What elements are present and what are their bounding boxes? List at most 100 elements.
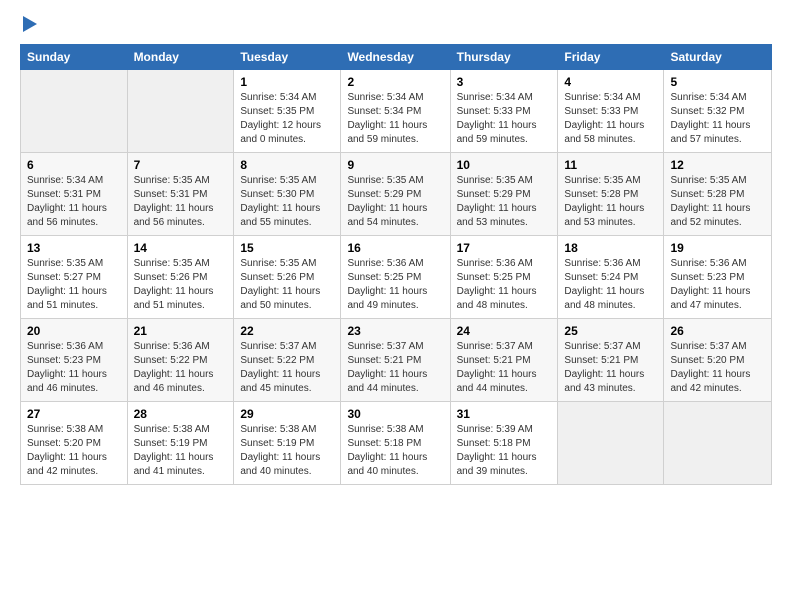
day-number: 15 bbox=[240, 241, 334, 255]
day-detail: Sunrise: 5:35 AM Sunset: 5:28 PM Dayligh… bbox=[564, 174, 657, 230]
calendar-cell: 17Sunrise: 5:36 AM Sunset: 5:25 PM Dayli… bbox=[450, 236, 558, 319]
day-number: 7 bbox=[134, 158, 228, 172]
day-number: 11 bbox=[564, 158, 657, 172]
day-detail: Sunrise: 5:35 AM Sunset: 5:27 PM Dayligh… bbox=[27, 257, 121, 313]
day-detail: Sunrise: 5:37 AM Sunset: 5:21 PM Dayligh… bbox=[564, 340, 657, 396]
day-detail: Sunrise: 5:34 AM Sunset: 5:33 PM Dayligh… bbox=[564, 91, 657, 147]
calendar-body: 1Sunrise: 5:34 AM Sunset: 5:35 PM Daylig… bbox=[21, 70, 772, 485]
calendar-cell bbox=[127, 70, 234, 153]
calendar-cell: 8 Sunrise: 5:35 AM Sunset: 5:30 PM Daylig… bbox=[234, 153, 341, 236]
column-header-wednesday: Wednesday bbox=[341, 45, 450, 70]
day-detail: Sunrise: 5:38 AM Sunset: 5:18 PM Dayligh… bbox=[347, 423, 443, 479]
column-header-saturday: Saturday bbox=[664, 45, 772, 70]
day-detail: Sunrise: 5:35 AM Sunset: 5:29 PM Dayligh… bbox=[457, 174, 552, 230]
day-number: 16 bbox=[347, 241, 443, 255]
calendar-cell: 1Sunrise: 5:34 AM Sunset: 5:35 PM Daylig… bbox=[234, 70, 341, 153]
calendar-cell: 5 Sunrise: 5:34 AM Sunset: 5:32 PM Daylig… bbox=[664, 70, 772, 153]
day-detail: Sunrise: 5:34 AM Sunset: 5:33 PM Dayligh… bbox=[457, 91, 552, 147]
calendar-header-row: SundayMondayTuesdayWednesdayThursdayFrid… bbox=[21, 45, 772, 70]
day-detail: Sunrise: 5:38 AM Sunset: 5:19 PM Dayligh… bbox=[240, 423, 334, 479]
day-number: 20 bbox=[27, 324, 121, 338]
calendar-cell: 6 Sunrise: 5:34 AM Sunset: 5:31 PM Daylig… bbox=[21, 153, 128, 236]
day-detail: Sunrise: 5:36 AM Sunset: 5:23 PM Dayligh… bbox=[27, 340, 121, 396]
week-row-2: 6 Sunrise: 5:34 AM Sunset: 5:31 PM Daylig… bbox=[21, 153, 772, 236]
day-number: 13 bbox=[27, 241, 121, 255]
header bbox=[20, 16, 772, 34]
calendar-cell: 10 Sunrise: 5:35 AM Sunset: 5:29 PM Dayli… bbox=[450, 153, 558, 236]
calendar-cell: 7 Sunrise: 5:35 AM Sunset: 5:31 PM Daylig… bbox=[127, 153, 234, 236]
logo bbox=[20, 16, 37, 34]
day-detail: Sunrise: 5:35 AM Sunset: 5:31 PM Dayligh… bbox=[134, 174, 228, 230]
day-number: 30 bbox=[347, 407, 443, 421]
calendar-cell: 26Sunrise: 5:37 AM Sunset: 5:20 PM Dayli… bbox=[664, 319, 772, 402]
day-number: 23 bbox=[347, 324, 443, 338]
day-number: 5 bbox=[670, 75, 765, 89]
calendar-cell: 19 Sunrise: 5:36 AM Sunset: 5:23 PM Dayli… bbox=[664, 236, 772, 319]
day-number: 14 bbox=[134, 241, 228, 255]
day-number: 25 bbox=[564, 324, 657, 338]
day-number: 2 bbox=[347, 75, 443, 89]
calendar-cell: 13 Sunrise: 5:35 AM Sunset: 5:27 PM Dayli… bbox=[21, 236, 128, 319]
week-row-3: 13 Sunrise: 5:35 AM Sunset: 5:27 PM Dayli… bbox=[21, 236, 772, 319]
day-number: 3 bbox=[457, 75, 552, 89]
day-detail: Sunrise: 5:37 AM Sunset: 5:21 PM Dayligh… bbox=[347, 340, 443, 396]
calendar-cell: 20 Sunrise: 5:36 AM Sunset: 5:23 PM Dayli… bbox=[21, 319, 128, 402]
day-number: 8 bbox=[240, 158, 334, 172]
day-detail: Sunrise: 5:36 AM Sunset: 5:22 PM Dayligh… bbox=[134, 340, 228, 396]
calendar-cell: 11 Sunrise: 5:35 AM Sunset: 5:28 PM Dayli… bbox=[558, 153, 664, 236]
column-header-monday: Monday bbox=[127, 45, 234, 70]
day-detail: Sunrise: 5:39 AM Sunset: 5:18 PM Dayligh… bbox=[457, 423, 552, 479]
calendar-cell: 18Sunrise: 5:36 AM Sunset: 5:24 PM Dayli… bbox=[558, 236, 664, 319]
day-detail: Sunrise: 5:34 AM Sunset: 5:31 PM Dayligh… bbox=[27, 174, 121, 230]
calendar-cell: 4 Sunrise: 5:34 AM Sunset: 5:33 PM Daylig… bbox=[558, 70, 664, 153]
day-number: 26 bbox=[670, 324, 765, 338]
column-header-sunday: Sunday bbox=[21, 45, 128, 70]
day-number: 10 bbox=[457, 158, 552, 172]
day-number: 6 bbox=[27, 158, 121, 172]
day-detail: Sunrise: 5:36 AM Sunset: 5:25 PM Dayligh… bbox=[457, 257, 552, 313]
day-number: 29 bbox=[240, 407, 334, 421]
column-header-thursday: Thursday bbox=[450, 45, 558, 70]
calendar-cell: 2Sunrise: 5:34 AM Sunset: 5:34 PM Daylig… bbox=[341, 70, 450, 153]
calendar-cell bbox=[664, 402, 772, 485]
day-number: 22 bbox=[240, 324, 334, 338]
calendar-cell: 29 Sunrise: 5:38 AM Sunset: 5:19 PM Dayli… bbox=[234, 402, 341, 485]
week-row-5: 27Sunrise: 5:38 AM Sunset: 5:20 PM Dayli… bbox=[21, 402, 772, 485]
calendar-cell: 23 Sunrise: 5:37 AM Sunset: 5:21 PM Dayli… bbox=[341, 319, 450, 402]
calendar-cell: 30 Sunrise: 5:38 AM Sunset: 5:18 PM Dayli… bbox=[341, 402, 450, 485]
calendar-table: SundayMondayTuesdayWednesdayThursdayFrid… bbox=[20, 44, 772, 485]
column-header-tuesday: Tuesday bbox=[234, 45, 341, 70]
day-number: 28 bbox=[134, 407, 228, 421]
calendar-cell: 16 Sunrise: 5:36 AM Sunset: 5:25 PM Dayli… bbox=[341, 236, 450, 319]
calendar-cell bbox=[558, 402, 664, 485]
day-detail: Sunrise: 5:35 AM Sunset: 5:30 PM Dayligh… bbox=[240, 174, 334, 230]
day-number: 18 bbox=[564, 241, 657, 255]
day-detail: Sunrise: 5:34 AM Sunset: 5:32 PM Dayligh… bbox=[670, 91, 765, 147]
day-detail: Sunrise: 5:36 AM Sunset: 5:25 PM Dayligh… bbox=[347, 257, 443, 313]
logo-arrow-icon bbox=[23, 16, 37, 32]
day-detail: Sunrise: 5:37 AM Sunset: 5:21 PM Dayligh… bbox=[457, 340, 552, 396]
day-detail: Sunrise: 5:35 AM Sunset: 5:28 PM Dayligh… bbox=[670, 174, 765, 230]
day-detail: Sunrise: 5:35 AM Sunset: 5:29 PM Dayligh… bbox=[347, 174, 443, 230]
calendar-cell: 31 Sunrise: 5:39 AM Sunset: 5:18 PM Dayli… bbox=[450, 402, 558, 485]
page: SundayMondayTuesdayWednesdayThursdayFrid… bbox=[0, 0, 792, 612]
day-detail: Sunrise: 5:36 AM Sunset: 5:23 PM Dayligh… bbox=[670, 257, 765, 313]
calendar-cell: 21 Sunrise: 5:36 AM Sunset: 5:22 PM Dayli… bbox=[127, 319, 234, 402]
calendar-cell: 24 Sunrise: 5:37 AM Sunset: 5:21 PM Dayli… bbox=[450, 319, 558, 402]
day-number: 21 bbox=[134, 324, 228, 338]
day-number: 31 bbox=[457, 407, 552, 421]
day-number: 1 bbox=[240, 75, 334, 89]
calendar-cell: 25 Sunrise: 5:37 AM Sunset: 5:21 PM Dayli… bbox=[558, 319, 664, 402]
day-number: 24 bbox=[457, 324, 552, 338]
day-detail: Sunrise: 5:37 AM Sunset: 5:22 PM Dayligh… bbox=[240, 340, 334, 396]
calendar-cell: 12 Sunrise: 5:35 AM Sunset: 5:28 PM Dayli… bbox=[664, 153, 772, 236]
column-header-friday: Friday bbox=[558, 45, 664, 70]
day-number: 19 bbox=[670, 241, 765, 255]
day-number: 4 bbox=[564, 75, 657, 89]
calendar-cell: 27Sunrise: 5:38 AM Sunset: 5:20 PM Dayli… bbox=[21, 402, 128, 485]
week-row-4: 20 Sunrise: 5:36 AM Sunset: 5:23 PM Dayli… bbox=[21, 319, 772, 402]
calendar-cell: 28Sunrise: 5:38 AM Sunset: 5:19 PM Dayli… bbox=[127, 402, 234, 485]
calendar-cell: 3 Sunrise: 5:34 AM Sunset: 5:33 PM Daylig… bbox=[450, 70, 558, 153]
day-number: 12 bbox=[670, 158, 765, 172]
day-detail: Sunrise: 5:38 AM Sunset: 5:20 PM Dayligh… bbox=[27, 423, 121, 479]
